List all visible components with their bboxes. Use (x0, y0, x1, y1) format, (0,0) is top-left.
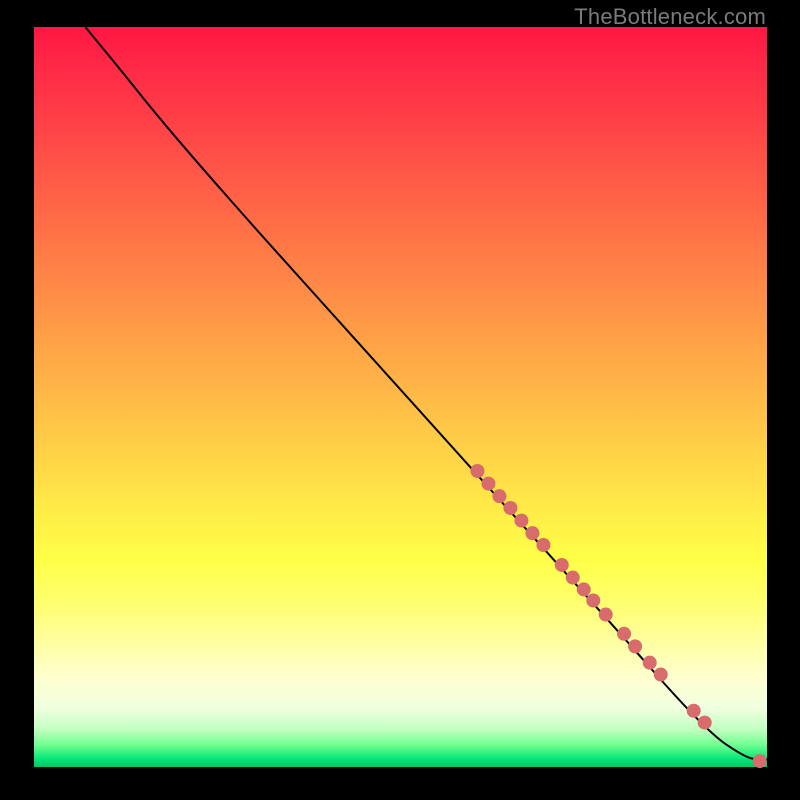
data-point (492, 489, 506, 503)
data-point (525, 526, 539, 540)
data-point (481, 477, 495, 491)
data-point (470, 464, 484, 478)
chart-svg (34, 27, 767, 767)
data-point (687, 704, 701, 718)
data-point (555, 558, 569, 572)
data-point (654, 668, 668, 682)
data-point (514, 514, 528, 528)
data-point (586, 594, 600, 608)
data-point (566, 571, 580, 585)
data-point (628, 639, 642, 653)
data-point (643, 656, 657, 670)
data-point (698, 716, 712, 730)
bottleneck-curve (85, 27, 767, 760)
data-point (599, 608, 613, 622)
data-points-group (470, 464, 766, 768)
chart-frame: TheBottleneck.com (0, 0, 800, 800)
data-point (617, 627, 631, 641)
data-point (503, 501, 517, 515)
data-point (753, 754, 767, 768)
data-point (536, 538, 550, 552)
data-point (577, 582, 591, 596)
